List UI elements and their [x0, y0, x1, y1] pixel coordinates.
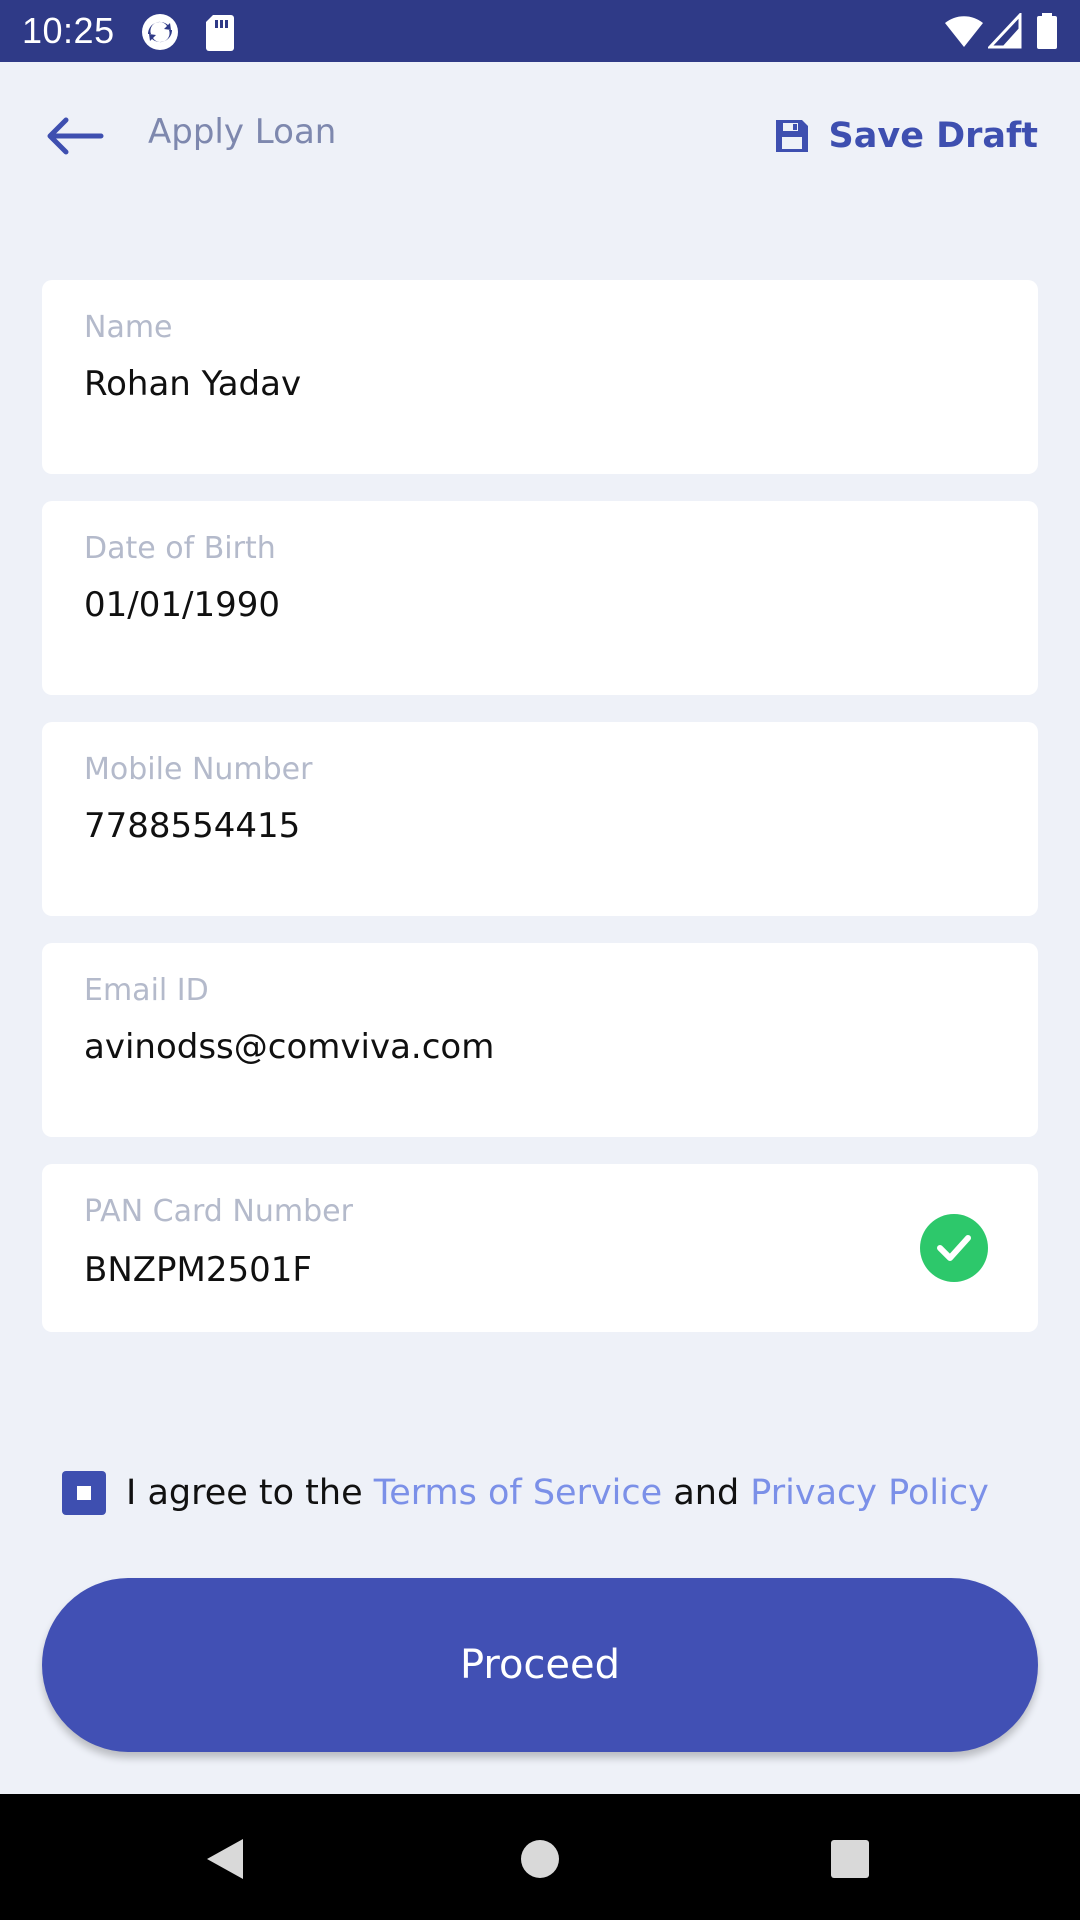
navigation-bar	[0, 1794, 1080, 1920]
status-time: 10:25	[22, 10, 115, 51]
page-title: Apply Loan	[148, 112, 337, 152]
agree-checkbox[interactable]	[62, 1471, 106, 1515]
name-field[interactable]: Name Rohan Yadav	[42, 280, 1038, 474]
field-label: Mobile Number	[84, 752, 313, 787]
privacy-policy-link[interactable]: Privacy Policy	[750, 1473, 989, 1513]
field-value[interactable]: Rohan Yadav	[84, 364, 301, 404]
wifi-icon	[944, 13, 984, 49]
field-label: Date of Birth	[84, 531, 276, 566]
cell-signal-icon	[986, 11, 1022, 49]
field-value[interactable]: 01/01/1990	[84, 585, 280, 625]
date-of-birth-field[interactable]: Date of Birth 01/01/1990	[42, 501, 1038, 695]
terms-of-service-link[interactable]: Terms of Service	[374, 1473, 662, 1513]
app-bar: Apply Loan Save Draft	[0, 62, 1080, 212]
status-bar: 10:25	[0, 0, 1080, 62]
pan-card-field[interactable]: PAN Card Number BNZPM2501F	[42, 1164, 1038, 1332]
field-label: Name	[84, 310, 173, 345]
agreement-text: I agree to the Terms of Service and Priv…	[126, 1473, 989, 1513]
floppy-disk-icon	[775, 120, 808, 152]
field-value[interactable]: 7788554415	[84, 806, 300, 846]
home-circle-icon[interactable]	[505, 1824, 575, 1894]
arrow-left-icon	[47, 117, 104, 155]
agreement-prefix: I agree to the	[126, 1473, 374, 1513]
field-label: PAN Card Number	[84, 1194, 353, 1229]
agreement-row: I agree to the Terms of Service and Priv…	[62, 1468, 989, 1518]
back-button[interactable]	[36, 108, 112, 164]
sd-card-icon	[204, 12, 244, 52]
field-label: Email ID	[84, 973, 209, 1008]
recents-square-icon[interactable]	[815, 1824, 885, 1894]
email-field[interactable]: Email ID avinodss@comviva.com	[42, 943, 1038, 1137]
sync-icon	[140, 12, 180, 52]
agreement-middle: and	[662, 1473, 751, 1513]
verified-check-icon	[920, 1214, 988, 1282]
save-draft-button[interactable]: Save Draft	[773, 108, 1038, 164]
field-value[interactable]: BNZPM2501F	[84, 1250, 312, 1290]
back-triangle-icon[interactable]	[190, 1824, 260, 1894]
save-draft-label: Save Draft	[828, 116, 1038, 156]
battery-icon	[1036, 13, 1058, 49]
field-value[interactable]: avinodss@comviva.com	[84, 1027, 494, 1067]
proceed-button[interactable]: Proceed	[42, 1578, 1038, 1752]
mobile-number-field[interactable]: Mobile Number 7788554415	[42, 722, 1038, 916]
